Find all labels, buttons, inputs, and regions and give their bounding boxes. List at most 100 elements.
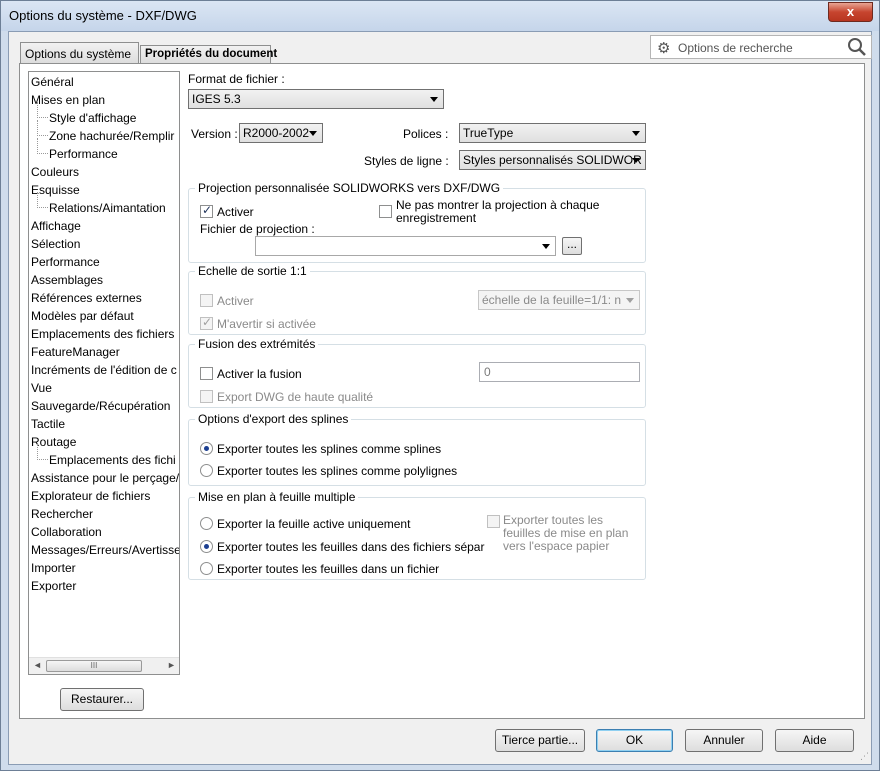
export-single-file-label: Exporter toutes les feuilles dans un fic… <box>217 562 440 576</box>
splines-as-splines-radio[interactable] <box>200 442 213 455</box>
fonts-label: Polices : <box>403 127 449 141</box>
tree-item[interactable]: Sélection <box>31 236 80 252</box>
title-bar[interactable]: Options du système - DXF/DWG x <box>1 1 879 31</box>
cancel-button[interactable]: Annuler <box>685 729 763 752</box>
search-icon[interactable] <box>847 37 867 57</box>
chevron-down-icon <box>542 244 550 249</box>
export-separate-files-radio[interactable] <box>200 540 213 553</box>
multisheet-group: Mise en plan à feuille multiple Exporter… <box>188 490 646 580</box>
dialog-client: Options du système Propriétés du documen… <box>8 31 872 765</box>
scale-activate-checkbox[interactable] <box>200 294 213 307</box>
projection-activate-checkbox[interactable] <box>200 203 213 218</box>
scale-activate-label: Activer <box>217 294 254 308</box>
splines-title: Options d'export des splines <box>195 412 352 426</box>
tree-item[interactable]: Explorateur de fichiers <box>31 488 150 504</box>
fonts-value: TrueType <box>463 126 514 140</box>
warn-if-active-checkbox[interactable] <box>200 315 213 330</box>
tree-item[interactable]: Sauvegarde/Récupération <box>31 398 170 414</box>
sheet-scale-select[interactable]: échelle de la feuille=1/1: n <box>478 290 640 310</box>
tree-item[interactable]: Performance <box>37 138 118 162</box>
chevron-down-icon <box>632 131 640 136</box>
help-button[interactable]: Aide <box>775 729 854 752</box>
merge-activate-checkbox[interactable] <box>200 367 213 380</box>
ok-button[interactable]: OK <box>596 729 673 752</box>
no-show-line2: enregistrement <box>396 211 477 225</box>
chevron-down-icon <box>632 158 640 163</box>
tree-item[interactable]: Relations/Aimantation <box>37 192 166 216</box>
splines-as-polylines-label: Exporter toutes les splines comme polyli… <box>217 464 458 478</box>
horizontal-scrollbar[interactable]: ◄ III ► <box>29 657 179 674</box>
tree-item[interactable]: Assistance pour le perçage/ <box>31 470 179 486</box>
paper-space-checkbox[interactable] <box>487 515 500 528</box>
tree-item[interactable]: Général <box>31 74 74 90</box>
paper-line1: Exporter toutes les <box>503 513 604 527</box>
format-select[interactable]: IGES 5.3 <box>188 89 444 109</box>
tree-item[interactable]: FeatureManager <box>31 344 120 360</box>
projection-file-label: Fichier de projection : <box>200 222 315 236</box>
scroll-right-icon[interactable]: ► <box>167 660 176 670</box>
sheet-scale-value: échelle de la feuille=1/1: n <box>482 293 622 307</box>
tab-document-properties[interactable]: Propriétés du document <box>140 45 277 64</box>
export-single-file-radio[interactable] <box>200 562 213 575</box>
tree-item[interactable]: Couleurs <box>31 164 79 180</box>
tree-item[interactable]: Vue <box>31 380 52 396</box>
tree-item[interactable]: Performance <box>31 254 100 270</box>
scale-title: Echelle de sortie 1:1 <box>195 264 310 278</box>
search-options-box[interactable]: ⚙ Options de recherche <box>650 35 872 59</box>
no-show-projection-label: Ne pas montrer la projection à chaque enr… <box>396 199 599 225</box>
browse-button[interactable]: ... <box>562 237 582 255</box>
tree-item[interactable]: Assemblages <box>31 272 103 288</box>
line-styles-label: Styles de ligne : <box>364 154 449 168</box>
resize-grip-icon[interactable]: ⋰ <box>860 751 869 762</box>
restore-button[interactable]: Restaurer... <box>60 688 144 711</box>
chevron-down-icon <box>626 298 634 303</box>
options-dialog: Options du système - DXF/DWG x Options d… <box>0 0 880 771</box>
hq-dwg-export-label: Export DWG de haute qualité <box>217 390 374 404</box>
paper-line2: feuilles de mise en plan <box>503 526 629 540</box>
tree-item[interactable]: Emplacements des fichiers <box>31 326 174 342</box>
splines-as-polylines-radio[interactable] <box>200 464 213 477</box>
export-active-sheet-label: Exporter la feuille active uniquement <box>217 517 411 531</box>
version-label: Version : <box>191 127 238 141</box>
tab-system-options[interactable]: Options du système <box>20 42 139 64</box>
tree-item[interactable]: Messages/Erreurs/Avertisser <box>31 542 179 558</box>
third-party-button[interactable]: Tierce partie... <box>495 729 585 752</box>
chevron-down-icon <box>430 97 438 102</box>
options-tree[interactable]: Général Mises en plan Style d'affichage Zon… <box>28 71 180 675</box>
paper-space-label: Exporter toutes les feuilles de mise en p… <box>503 514 628 553</box>
warn-if-active-label: M'avertir si activée <box>217 317 316 331</box>
search-label: Options de recherche <box>678 41 793 55</box>
tree-item[interactable]: Références externes <box>31 290 142 306</box>
scroll-thumb[interactable]: III <box>46 660 142 672</box>
export-active-sheet-radio[interactable] <box>200 517 213 530</box>
tree-item[interactable]: Modèles par défaut <box>31 308 134 324</box>
version-select[interactable]: R2000-2002 <box>239 123 323 143</box>
tree-item[interactable]: Tactile <box>31 416 65 432</box>
chevron-down-icon <box>309 131 317 136</box>
close-button[interactable]: x <box>828 2 873 22</box>
fonts-select[interactable]: TrueType <box>459 123 646 143</box>
projection-file-select[interactable] <box>255 236 556 256</box>
projection-activate-label: Activer <box>217 205 254 219</box>
merge-activate-label: Activer la fusion <box>217 367 302 381</box>
tree-item[interactable]: Style d'affichage <box>36 102 136 126</box>
splines-as-splines-label: Exporter toutes les splines comme spline… <box>217 442 442 456</box>
merge-group: Fusion des extrémités Activer la fusion … <box>188 337 646 408</box>
tree-item[interactable]: Collaboration <box>31 524 102 540</box>
tree-item[interactable]: Emplacements des fichi <box>37 444 176 468</box>
merge-tolerance-input[interactable]: 0 <box>479 362 640 382</box>
scroll-left-icon[interactable]: ◄ <box>33 660 42 670</box>
tree-item[interactable]: Importer <box>31 560 76 576</box>
tree-item[interactable]: Rechercher <box>31 506 93 522</box>
tree-item[interactable]: Affichage <box>31 218 81 234</box>
hq-dwg-export-checkbox[interactable] <box>200 390 213 403</box>
no-show-line1: Ne pas montrer la projection à chaque <box>396 198 600 212</box>
tree-item[interactable]: Incréments de l'édition de c <box>31 362 177 378</box>
merge-title: Fusion des extrémités <box>195 337 319 351</box>
tab-label: Options du système <box>25 47 132 61</box>
window-title: Options du système - DXF/DWG <box>9 8 197 23</box>
no-show-projection-checkbox[interactable] <box>379 205 392 218</box>
tree-item[interactable]: Zone hachurée/Remplir <box>36 120 174 144</box>
tree-item[interactable]: Exporter <box>31 578 76 594</box>
line-styles-select[interactable]: Styles personnalisés SOLIDWOR <box>459 150 646 170</box>
